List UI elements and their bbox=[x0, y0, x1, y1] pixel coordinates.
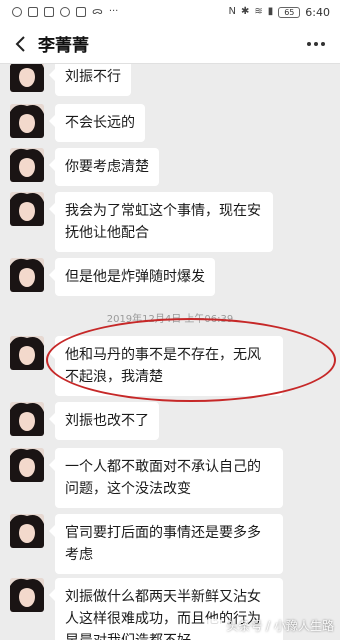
contact-name: 李菁菁 bbox=[38, 36, 89, 56]
message-bubble[interactable]: 刘振不行 bbox=[49, 64, 131, 96]
avatar[interactable] bbox=[10, 104, 44, 138]
message-bubble[interactable]: 不会长远的 bbox=[49, 104, 145, 142]
weibo-icon: ᯅ bbox=[92, 6, 103, 17]
message-icon bbox=[44, 7, 54, 17]
message-row: 一个人都不敢面对不承认自己的问题，这个没法改变 bbox=[10, 448, 283, 508]
message-row: 刘振也改不了 bbox=[10, 402, 159, 440]
message-row: 你要考虑清楚 bbox=[10, 148, 159, 186]
avatar[interactable] bbox=[10, 448, 44, 482]
toutiao-logo-icon bbox=[206, 618, 223, 633]
clock: 6:40 bbox=[305, 5, 330, 19]
status-bar: ᯅ ··· N ✱ ≋ ▮ 65 6:40 bbox=[0, 0, 340, 24]
avatar[interactable] bbox=[10, 258, 44, 292]
system-icons: N ✱ ≋ ▮ 65 6:40 bbox=[229, 6, 330, 19]
gallery-icon bbox=[28, 7, 38, 17]
avatar[interactable] bbox=[10, 514, 44, 548]
message-bubble[interactable]: 我会为了常虹这个事情，现在安抚他让他配合 bbox=[49, 192, 273, 252]
message-bubble[interactable]: 他和马丹的事不是不存在，无风不起浪，我清楚 bbox=[49, 336, 283, 396]
battery-indicator: 65 bbox=[278, 6, 301, 18]
watermark-text: 头条号 / 小豫人生路 bbox=[226, 619, 334, 633]
chevron-left-icon bbox=[15, 35, 25, 52]
message-bubble[interactable]: 官司要打后面的事情还是要多多考虑 bbox=[49, 514, 283, 574]
message-timestamp: 2019年12月4日 上午06:39 bbox=[106, 314, 234, 325]
notification-icons: ᯅ ··· bbox=[12, 7, 118, 17]
more-options-button[interactable] bbox=[304, 29, 328, 59]
message-bubble[interactable]: 一个人都不敢面对不承认自己的问题，这个没法改变 bbox=[49, 448, 283, 508]
message-row: 我会为了常虹这个事情，现在安抚他让他配合 bbox=[10, 192, 273, 252]
message-bubble[interactable]: 你要考虑清楚 bbox=[49, 148, 159, 186]
nfc-icon: N bbox=[228, 6, 236, 17]
message-row: 不会长远的 bbox=[10, 104, 145, 142]
message-row: 刘振不行 bbox=[10, 64, 131, 96]
message-bubble[interactable]: 刘振也改不了 bbox=[49, 402, 159, 440]
avatar[interactable] bbox=[10, 64, 44, 92]
avatar[interactable] bbox=[10, 336, 44, 370]
chat-header: 李菁菁 bbox=[0, 24, 340, 64]
more-icon bbox=[307, 41, 325, 46]
signal-icon: ▮ bbox=[267, 6, 274, 17]
message-list[interactable]: 刘振不行 不会长远的 你要考虑清楚 我会为了常虹这个事情，现在安抚他让他配合 但… bbox=[0, 64, 340, 640]
message-bubble[interactable]: 但是他是炸弹随时爆发 bbox=[49, 258, 215, 296]
back-button[interactable] bbox=[8, 29, 32, 59]
wifi-icon: ≋ bbox=[254, 6, 263, 17]
notification-icon bbox=[12, 7, 22, 17]
chat-app-icon bbox=[60, 7, 70, 17]
message-row: 官司要打后面的事情还是要多多考虑 bbox=[10, 514, 283, 574]
message-row: 但是他是炸弹随时爆发 bbox=[10, 258, 215, 296]
avatar[interactable] bbox=[10, 578, 44, 612]
avatar[interactable] bbox=[10, 402, 44, 436]
avatar[interactable] bbox=[10, 192, 44, 226]
watermark: 头条号 / 小豫人生路 bbox=[206, 617, 334, 634]
news-app-icon bbox=[76, 7, 86, 17]
more-notifications-icon: ··· bbox=[108, 6, 119, 17]
bluetooth-icon: ✱ bbox=[241, 6, 250, 17]
avatar[interactable] bbox=[10, 148, 44, 182]
message-row: 他和马丹的事不是不存在，无风不起浪，我清楚 bbox=[10, 336, 283, 396]
